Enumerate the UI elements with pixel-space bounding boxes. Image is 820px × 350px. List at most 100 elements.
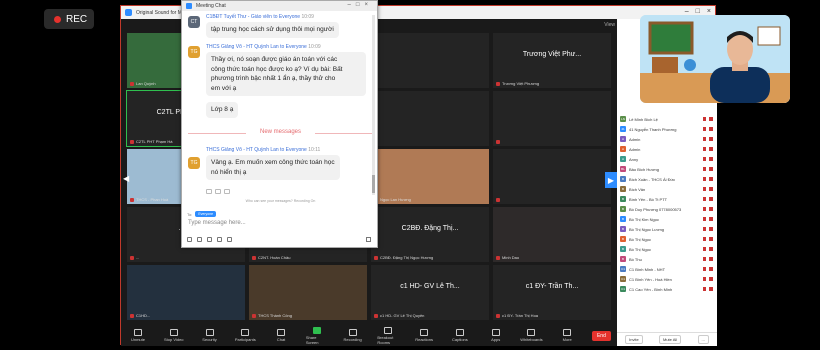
- participant-row[interactable]: 41 41 Nguyễn Thanh Phương: [617, 124, 717, 134]
- participant-row[interactable]: LN Lê Minh Bích Lệ: [617, 114, 717, 124]
- chat-title-text: Meeting Chat: [196, 3, 226, 9]
- message-sender: THCS Giảng Võ - HT Quỳnh Lan to Everyone…: [206, 147, 321, 153]
- participant-row[interactable]: B Bích Xuân - THCS Ái Đức: [617, 174, 717, 184]
- participant-row[interactable]: B Bồ Thu: [617, 254, 717, 264]
- participant-row[interactable]: B Bồ Thị Ngọc: [617, 234, 717, 244]
- participant-row[interactable]: A Admin: [617, 144, 717, 154]
- participant-row[interactable]: BL Bảo Bích Hương: [617, 164, 717, 174]
- toolbar-label: Whiteboards: [520, 337, 543, 342]
- participant-tile[interactable]: C1HD...: [127, 265, 245, 320]
- toolbar-icon: [312, 326, 321, 334]
- toolbar-button[interactable]: Apps: [485, 329, 507, 342]
- participant-row[interactable]: C1 C1 Cao Yên - Bình Minh: [617, 284, 717, 294]
- minimize-icon[interactable]: –: [685, 8, 689, 15]
- more-options-button[interactable]: ...: [697, 335, 709, 344]
- mute-all-button[interactable]: Mute All: [658, 335, 682, 344]
- toolbar-icon: [348, 329, 357, 336]
- emoji-react-icon[interactable]: [206, 189, 212, 194]
- end-meeting-button[interactable]: End: [591, 330, 611, 341]
- muted-mic-icon: [496, 314, 500, 318]
- toolbar-button[interactable]: Share Screen: [306, 326, 328, 345]
- participant-row[interactable]: B Bích Vân: [617, 184, 717, 194]
- toolbar-button[interactable]: More: [556, 329, 578, 342]
- muted-status-icon: [703, 277, 713, 281]
- avatar: B: [620, 246, 626, 252]
- recipient-select[interactable]: Everyone: [195, 211, 217, 217]
- participant-row[interactable]: C1 C1 Bình Minh - NHT: [617, 264, 717, 274]
- muted-status-icon: [703, 197, 713, 201]
- participant-row-name: Lê Minh Bích Lệ: [629, 116, 658, 122]
- avatar: C1: [620, 276, 626, 282]
- invite-button[interactable]: Invite: [625, 335, 643, 344]
- participant-tile[interactable]: THCS Thành Công: [249, 265, 367, 320]
- participant-row[interactable]: A Anny: [617, 154, 717, 164]
- participant-row[interactable]: C1 C1 Bình Yên - Hoà Hiền: [617, 274, 717, 284]
- presenter-scene-image: [640, 15, 790, 103]
- participant-label: c1 HD- GV Lê Thị Quyên: [380, 313, 425, 318]
- participant-row[interactable]: A Admin: [617, 134, 717, 144]
- participant-row[interactable]: B Bồ Thị Ngọc Lương: [617, 224, 717, 234]
- toolbar-label: Breakout Rooms: [377, 334, 394, 345]
- toolbar-button[interactable]: Chat: [270, 329, 292, 342]
- toolbar-button[interactable]: Reactions: [413, 329, 435, 342]
- participant-row[interactable]: B Bồ Thị Kim Ngọc: [617, 214, 717, 224]
- participant-tile[interactable]: Ngọc Lan Hương: [371, 149, 489, 204]
- more-icon[interactable]: [227, 237, 232, 242]
- toolbar-button[interactable]: Recording: [342, 329, 364, 342]
- message-text: nó hiển thị ạ: [211, 168, 247, 176]
- toolbar-button[interactable]: Breakout Rooms: [377, 326, 399, 345]
- chat-input[interactable]: Type message here...: [187, 220, 373, 232]
- participant-label: Lan Quỳnh: [136, 81, 156, 86]
- send-icon[interactable]: [366, 237, 371, 242]
- toolbar-button[interactable]: Stop Video: [163, 329, 185, 342]
- format-icon[interactable]: [187, 237, 192, 242]
- participant-tile[interactable]: C2BĐ. Đặng Thị... C2BĐ. Đặng Thị Ngọc Hươ…: [371, 207, 489, 262]
- toolbar-label: Recording: [343, 337, 362, 342]
- participant-tile[interactable]: c1 HD- GV Lê Th... c1 HD- GV Lê Thị Quyên: [371, 265, 489, 320]
- toolbar-button[interactable]: Participants: [234, 329, 256, 342]
- message-sender: THCS Giảng Võ - HT Quỳnh Lan to Everyone…: [206, 44, 321, 50]
- muted-status-icon: [703, 217, 713, 221]
- participant-tile[interactable]: [371, 33, 489, 88]
- toolbar-label: Apps: [491, 337, 501, 342]
- participant-tile[interactable]: Minh Dao: [493, 207, 611, 262]
- chat-scrollbar[interactable]: [372, 15, 375, 195]
- next-page-icon[interactable]: ▶: [605, 172, 617, 188]
- close-icon[interactable]: ×: [707, 8, 711, 15]
- participant-tile[interactable]: [493, 91, 611, 146]
- maximize-icon[interactable]: □: [696, 8, 700, 15]
- participant-row-name: C1 Bình Minh - NHT: [629, 266, 666, 272]
- emoji-icon[interactable]: [217, 237, 222, 242]
- participant-row[interactable]: B Bình Yên - Bồ Tt PTT: [617, 194, 717, 204]
- avatar: B: [620, 186, 626, 192]
- participant-row-name: C1 Cao Yên - Bình Minh: [629, 286, 673, 292]
- toolbar-button[interactable]: Unmute: [127, 329, 149, 342]
- muted-mic-icon: [252, 256, 256, 260]
- toolbar-button[interactable]: Whiteboards: [520, 329, 543, 342]
- participant-row-name: C1 Bình Yên - Hoà Hiền: [629, 276, 672, 282]
- participant-tile[interactable]: Trương Việt Phư... Trương Việt Phương: [493, 33, 611, 88]
- reply-icon[interactable]: [215, 189, 221, 194]
- new-messages-divider: New messages: [188, 129, 373, 135]
- view-button[interactable]: View: [604, 22, 615, 28]
- muted-status-icon: [703, 157, 713, 161]
- participant-label: C2BĐ. Đặng Thị Ngọc Hương: [380, 255, 434, 260]
- participant-label: Ngọc Lan Hương: [380, 197, 411, 202]
- participant-tile[interactable]: c1 ĐY- Trần Th... c1 ĐY- Trần Thị Hoa: [493, 265, 611, 320]
- chat-window-controls[interactable]: –□×: [348, 2, 373, 8]
- toolbar-label: Chat: [276, 337, 286, 342]
- participant-label: Minh Dao: [502, 255, 520, 260]
- prev-page-icon[interactable]: ◀: [123, 174, 129, 183]
- message-sender: C1BĐT Tuyết Thư - Giáo viên to Everyone …: [206, 14, 314, 20]
- avatar: B: [620, 206, 626, 212]
- participant-row[interactable]: B Bồ Duy Phương 0778000573: [617, 204, 717, 214]
- participant-tile[interactable]: [493, 149, 611, 204]
- toolbar-button[interactable]: Captions: [449, 329, 471, 342]
- file-icon[interactable]: [197, 237, 202, 242]
- toolbar-icon: [420, 329, 429, 336]
- participant-row[interactable]: B Bồ Thị Ngọc: [617, 244, 717, 254]
- screenshot-icon[interactable]: [207, 237, 212, 242]
- participant-tile[interactable]: [371, 91, 489, 146]
- toolbar-button[interactable]: Security: [199, 329, 221, 342]
- more-icon[interactable]: [224, 189, 230, 194]
